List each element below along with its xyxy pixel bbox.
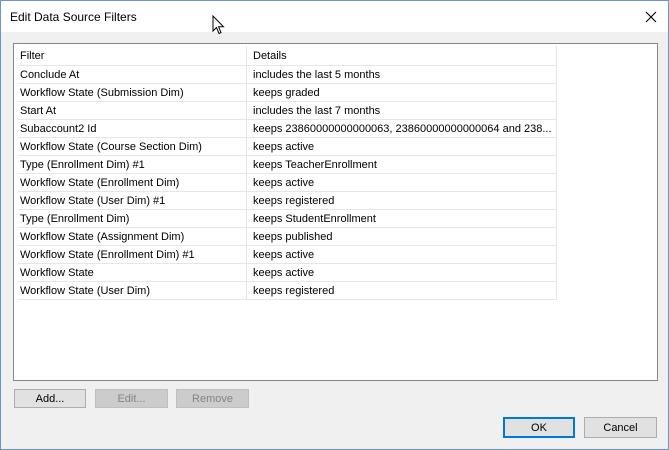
add-button[interactable]: Add...	[14, 389, 86, 408]
title-bar: Edit Data Source Filters	[1, 1, 668, 32]
column-header-filter[interactable]: Filter	[18, 46, 247, 66]
filter-cell: Type (Enrollment Dim)	[18, 209, 247, 228]
filter-cell: Type (Enrollment Dim) #1	[18, 155, 247, 174]
filter-cell: Workflow State (Enrollment Dim) #1	[18, 245, 247, 264]
table-row[interactable]: Workflow State (Course Section Dim) keeps…	[18, 137, 557, 156]
cancel-button[interactable]: Cancel	[584, 417, 657, 438]
filter-list[interactable]: Filter Details Conclude At includes the l…	[13, 43, 658, 381]
edit-button[interactable]: Edit...	[95, 389, 168, 408]
table-row[interactable]: Start At includes the last 7 months	[18, 101, 557, 120]
filter-cell: Conclude At	[18, 65, 247, 84]
mouse-cursor-icon	[212, 15, 225, 35]
filter-table: Filter Details Conclude At includes the l…	[18, 46, 557, 300]
filter-cell: Workflow State (Assignment Dim)	[18, 227, 247, 246]
table-row[interactable]: Subaccount2 Id keeps 23860000000000063, 2…	[18, 119, 557, 138]
details-cell: keeps active	[246, 137, 557, 156]
table-row[interactable]: Workflow State (Enrollment Dim) #1 keeps …	[18, 245, 557, 264]
details-cell: keeps TeacherEnrollment	[246, 155, 557, 174]
edit-data-source-filters-dialog: Edit Data Source Filters Filter Details …	[0, 0, 669, 450]
column-header-details[interactable]: Details	[246, 46, 557, 66]
details-cell: includes the last 7 months	[246, 101, 557, 120]
table-row[interactable]: Workflow State (User Dim) #1 keeps regist…	[18, 191, 557, 210]
filter-cell: Workflow State (User Dim)	[18, 281, 247, 300]
details-cell: keeps active	[246, 245, 557, 264]
filter-cell: Workflow State	[18, 263, 247, 282]
ok-button[interactable]: OK	[503, 417, 575, 438]
table-row[interactable]: Workflow State (Submission Dim) keeps gra…	[18, 83, 557, 102]
filter-cell: Subaccount2 Id	[18, 119, 247, 138]
remove-button[interactable]: Remove	[176, 389, 249, 408]
filter-cell: Workflow State (Enrollment Dim)	[18, 173, 247, 192]
details-cell: keeps registered	[246, 191, 557, 210]
filter-cell: Start At	[18, 101, 247, 120]
details-cell: keeps active	[246, 263, 557, 282]
dialog-title: Edit Data Source Filters	[10, 10, 137, 24]
details-cell: keeps registered	[246, 281, 557, 300]
details-cell: keeps published	[246, 227, 557, 246]
filter-cell: Workflow State (Course Section Dim)	[18, 137, 247, 156]
table-row[interactable]: Type (Enrollment Dim) #1 keeps TeacherEnr…	[18, 155, 557, 174]
table-row[interactable]: Type (Enrollment Dim) keeps StudentEnroll…	[18, 209, 557, 228]
table-row[interactable]: Workflow State (User Dim) keeps registere…	[18, 281, 557, 300]
table-row[interactable]: Conclude At includes the last 5 months	[18, 65, 557, 84]
close-icon	[645, 11, 657, 22]
details-cell: keeps active	[246, 173, 557, 192]
filter-cell: Workflow State (User Dim) #1	[18, 191, 247, 210]
table-row[interactable]: Workflow State (Assignment Dim) keeps pub…	[18, 227, 557, 246]
filter-cell: Workflow State (Submission Dim)	[18, 83, 247, 102]
table-row[interactable]: Workflow State (Enrollment Dim) keeps act…	[18, 173, 557, 192]
details-cell: keeps StudentEnrollment	[246, 209, 557, 228]
table-row[interactable]: Workflow State keeps active	[18, 263, 557, 282]
details-cell: keeps 23860000000000063, 238600000000000…	[246, 119, 557, 138]
details-cell: includes the last 5 months	[246, 65, 557, 84]
close-button[interactable]	[634, 1, 668, 32]
table-header-row: Filter Details	[18, 46, 557, 66]
details-cell: keeps graded	[246, 83, 557, 102]
